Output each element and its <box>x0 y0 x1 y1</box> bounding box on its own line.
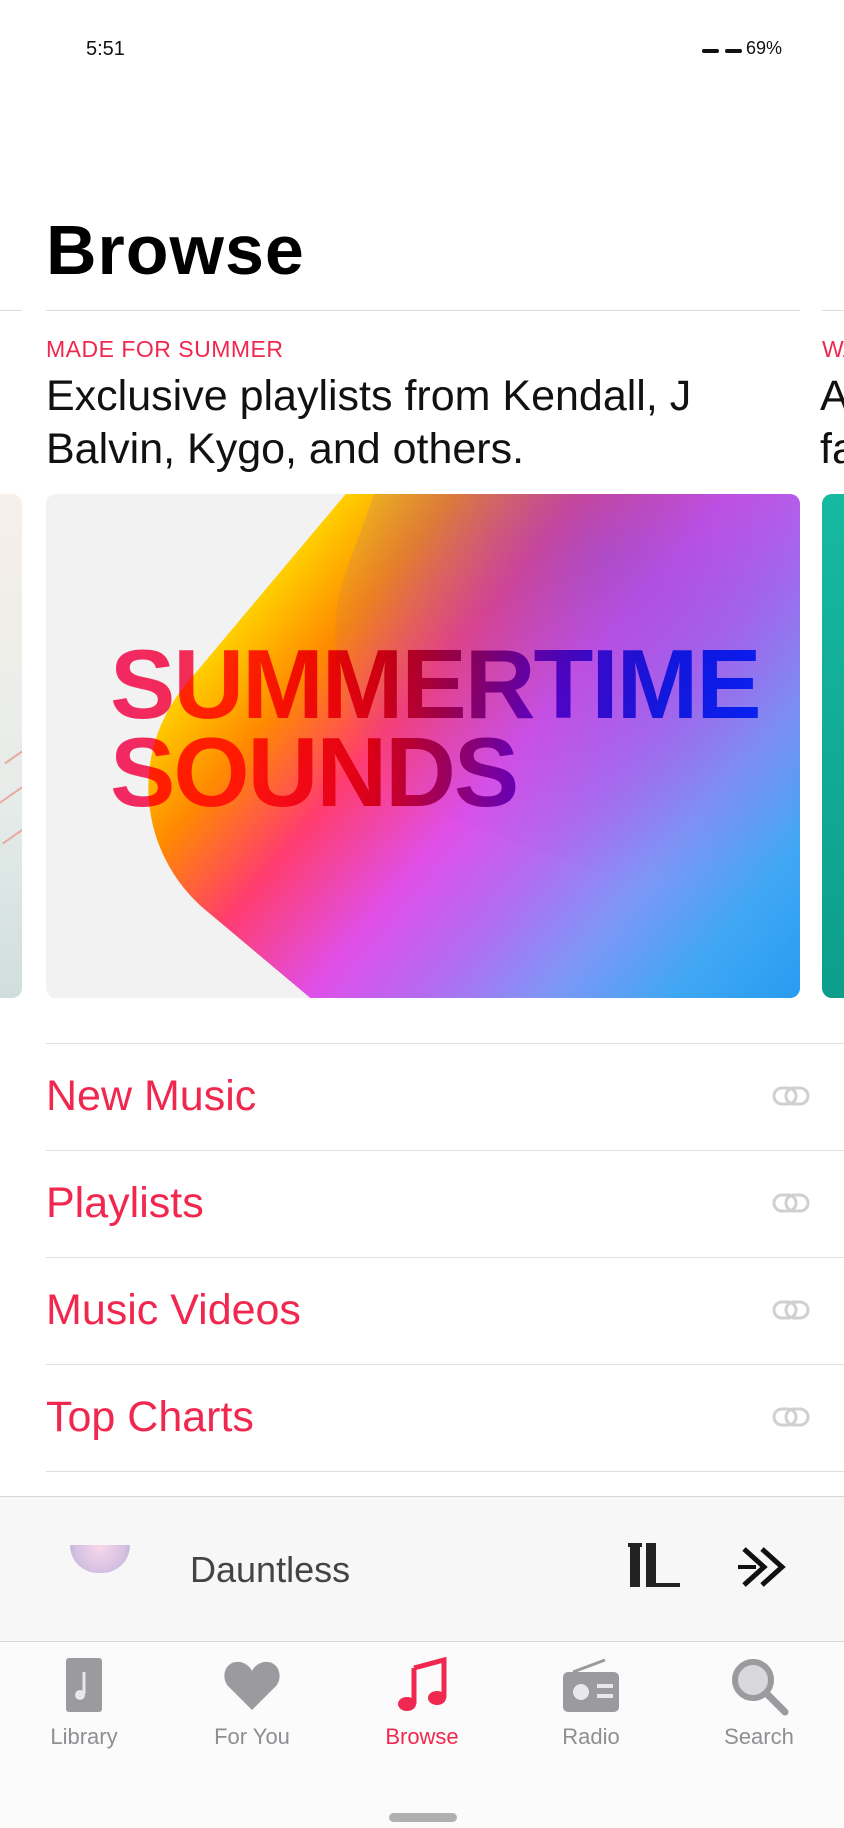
section-row-music-videos[interactable]: Music Videos <box>46 1257 844 1364</box>
featured-headline[interactable]: Exclusive playlists from Kendall, J Balv… <box>46 370 786 476</box>
section-label: Playlists <box>46 1179 204 1227</box>
prev-card-divider <box>0 310 22 311</box>
library-icon <box>66 1658 102 1712</box>
next-headline-line2: fa <box>820 425 844 473</box>
section-label: Top Charts <box>46 1393 254 1441</box>
artwork-title: SUMMERTIME SOUNDS <box>110 629 762 821</box>
section-row-new-music[interactable]: New Music <box>46 1043 844 1150</box>
tab-bar: Library For You Browse Radio Search <box>0 1641 844 1828</box>
link-icon <box>772 1193 810 1213</box>
link-icon <box>772 1300 810 1320</box>
tab-label: Browse <box>385 1724 459 1749</box>
next-card-divider <box>822 310 844 311</box>
title-divider <box>46 310 800 311</box>
tab-search[interactable]: Search <box>684 1654 834 1750</box>
now-playing-artwork[interactable] <box>70 1545 130 1573</box>
pause-icon[interactable] <box>626 1541 684 1589</box>
now-playing-title[interactable]: Dauntless <box>190 1549 350 1591</box>
section-row-playlists[interactable]: Playlists <box>46 1150 844 1257</box>
mini-player[interactable]: Dauntless <box>0 1496 844 1642</box>
heart-icon <box>224 1661 280 1710</box>
next-featured-headline: A fa <box>820 370 844 476</box>
featured-eyebrow: MADE FOR SUMMER <box>46 336 284 362</box>
tab-radio[interactable]: Radio <box>516 1654 666 1750</box>
tab-label: Library <box>50 1724 118 1749</box>
tab-label: Search <box>724 1724 794 1749</box>
fast-forward-icon[interactable] <box>734 1545 794 1589</box>
next-featured-eyebrow: WA <box>822 336 844 362</box>
radio-icon <box>563 1658 619 1712</box>
status-bar: 5:51 69% <box>0 0 844 100</box>
tab-library[interactable]: Library <box>9 1654 159 1750</box>
page-title: Browse <box>46 211 305 289</box>
battery-percent: 69% <box>745 38 782 58</box>
signal-icon <box>702 49 742 53</box>
status-time: 5:51 <box>86 38 125 60</box>
home-indicator[interactable] <box>389 1813 457 1822</box>
artwork-title-line2: SOUNDS <box>110 723 760 821</box>
section-label: New Music <box>46 1072 257 1120</box>
music-note-icon <box>398 1656 447 1711</box>
section-row-top-charts[interactable]: Top Charts <box>46 1364 844 1472</box>
previous-featured-card[interactable] <box>0 494 22 998</box>
browse-sections-list: New Music Playlists Music Videos Top Cha… <box>46 1043 844 1472</box>
next-featured-card[interactable] <box>822 494 844 998</box>
section-label: Music Videos <box>46 1286 301 1334</box>
artwork-title-line1: SUMMERTIME <box>110 629 762 739</box>
tab-browse[interactable]: Browse <box>347 1654 497 1750</box>
link-icon <box>772 1086 810 1106</box>
tab-label: Radio <box>562 1724 620 1749</box>
tab-label: For You <box>214 1724 290 1749</box>
link-icon <box>772 1407 810 1427</box>
next-headline-line1: A <box>820 372 844 420</box>
tab-for-you[interactable]: For You <box>177 1654 327 1750</box>
search-icon <box>732 1659 789 1716</box>
featured-artwork[interactable]: SUMMERTIME SOUNDS <box>46 494 800 998</box>
